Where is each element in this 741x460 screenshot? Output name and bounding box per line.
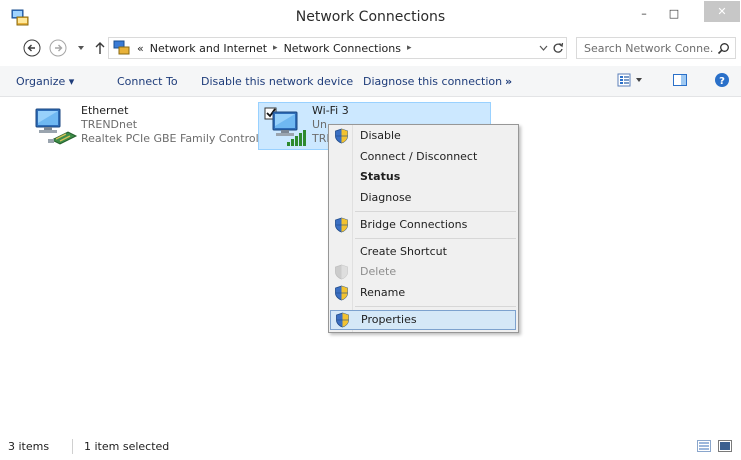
item-count: 3 items <box>8 440 50 453</box>
organize-menu-button[interactable]: Organize ▾ <box>16 73 74 89</box>
address-bar[interactable]: « Network and Internet ▸ Network Connect… <box>108 37 567 59</box>
up-arrow-icon <box>95 42 105 54</box>
menu-item-create-shortcut[interactable]: Create Shortcut <box>329 242 518 262</box>
disable-device-button[interactable]: Disable this network device <box>201 73 353 89</box>
minimize-button[interactable]: – <box>630 2 658 24</box>
back-button[interactable] <box>23 39 41 57</box>
refresh-icon <box>553 42 564 53</box>
menu-item-label: Diagnose <box>360 191 412 204</box>
menu-item-label: Create Shortcut <box>360 245 447 258</box>
breadcrumb-separator-icon[interactable]: ▸ <box>407 43 412 53</box>
change-view-button[interactable] <box>617 72 645 91</box>
menu-item-bridge-connections[interactable]: Bridge Connections <box>329 215 518 235</box>
selection-count: 1 item selected <box>84 440 170 453</box>
chevron-down-icon <box>539 45 547 51</box>
menu-item-label: Disable <box>360 129 401 142</box>
menu-item-label: Properties <box>361 313 417 326</box>
search-input[interactable]: Search Network Conne... <box>584 42 714 55</box>
maximize-button[interactable]: □ <box>660 2 688 24</box>
ethernet-adapter-icon[interactable] <box>30 106 78 148</box>
tiles-view-button[interactable] <box>718 440 732 452</box>
menu-item-delete: Delete <box>329 262 518 282</box>
uac-shield-icon <box>335 217 348 233</box>
help-button[interactable]: ? <box>714 72 730 91</box>
adapter-name: Wi-Fi 3 <box>312 104 349 117</box>
more-commands-button[interactable]: » <box>505 73 512 89</box>
menu-item-label: Bridge Connections <box>360 218 468 231</box>
details-view-icon <box>697 440 711 452</box>
menu-separator <box>355 306 516 307</box>
forward-button[interactable] <box>49 39 67 57</box>
ethernet-item[interactable]: Ethernet TRENDnet Realtek PCIe GBE Famil… <box>81 104 273 146</box>
menu-item-properties[interactable]: Properties <box>330 310 516 330</box>
view-options-icon <box>617 73 642 87</box>
close-button[interactable]: ✕ <box>704 1 740 22</box>
menu-item-label: Rename <box>360 286 406 299</box>
search-box[interactable]: Search Network Conne... <box>576 37 736 59</box>
details-view-button[interactable] <box>697 440 711 452</box>
status-divider <box>72 439 73 454</box>
uac-shield-icon <box>335 128 348 144</box>
preview-pane-icon <box>673 74 687 86</box>
uac-shield-icon <box>336 312 349 328</box>
uac-shield-icon <box>335 285 348 301</box>
adapter-network: TRENDnet <box>81 118 138 131</box>
diagnose-connection-button[interactable]: Diagnose this connection <box>363 73 502 89</box>
recent-locations-button[interactable] <box>75 39 87 57</box>
menu-item-label: Delete <box>360 265 397 278</box>
refresh-button[interactable] <box>548 37 568 59</box>
wifi-adapter-icon[interactable] <box>263 106 311 148</box>
adapter-device: Realtek PCIe GBE Family Controller <box>81 132 274 145</box>
svg-text:?: ? <box>719 76 725 87</box>
chevron-down-icon <box>78 46 84 50</box>
menu-item-label: Connect / Disconnect <box>360 150 478 163</box>
menu-item-rename[interactable]: Rename <box>329 283 518 303</box>
menu-item-status[interactable]: Status <box>329 167 518 187</box>
preview-pane-button[interactable] <box>672 72 688 91</box>
help-icon: ? <box>715 73 729 87</box>
menu-separator <box>355 211 516 212</box>
breadcrumb-network-and-internet[interactable]: Network and Internet <box>150 42 267 55</box>
breadcrumb-separator-icon[interactable]: ▸ <box>273 43 278 53</box>
control-panel-icon <box>113 40 131 56</box>
menu-item-diagnose[interactable]: Diagnose <box>329 188 518 208</box>
uac-shield-icon <box>335 264 348 280</box>
menu-separator <box>355 238 516 239</box>
back-arrow-icon <box>23 39 41 57</box>
connect-to-button[interactable]: Connect To <box>117 73 178 89</box>
forward-arrow-icon <box>49 39 67 57</box>
breadcrumb-network-connections[interactable]: Network Connections <box>284 42 401 55</box>
menu-item-label: Status <box>360 170 401 183</box>
menu-item-connect-disconnect[interactable]: Connect / Disconnect <box>329 147 518 167</box>
adapter-name: Ethernet <box>81 104 129 117</box>
tiles-view-icon <box>718 440 732 452</box>
search-icon[interactable] <box>717 42 730 55</box>
up-button[interactable] <box>93 39 107 57</box>
menu-item-disable[interactable]: Disable <box>329 126 518 146</box>
breadcrumb-overflow[interactable]: « <box>137 42 144 55</box>
